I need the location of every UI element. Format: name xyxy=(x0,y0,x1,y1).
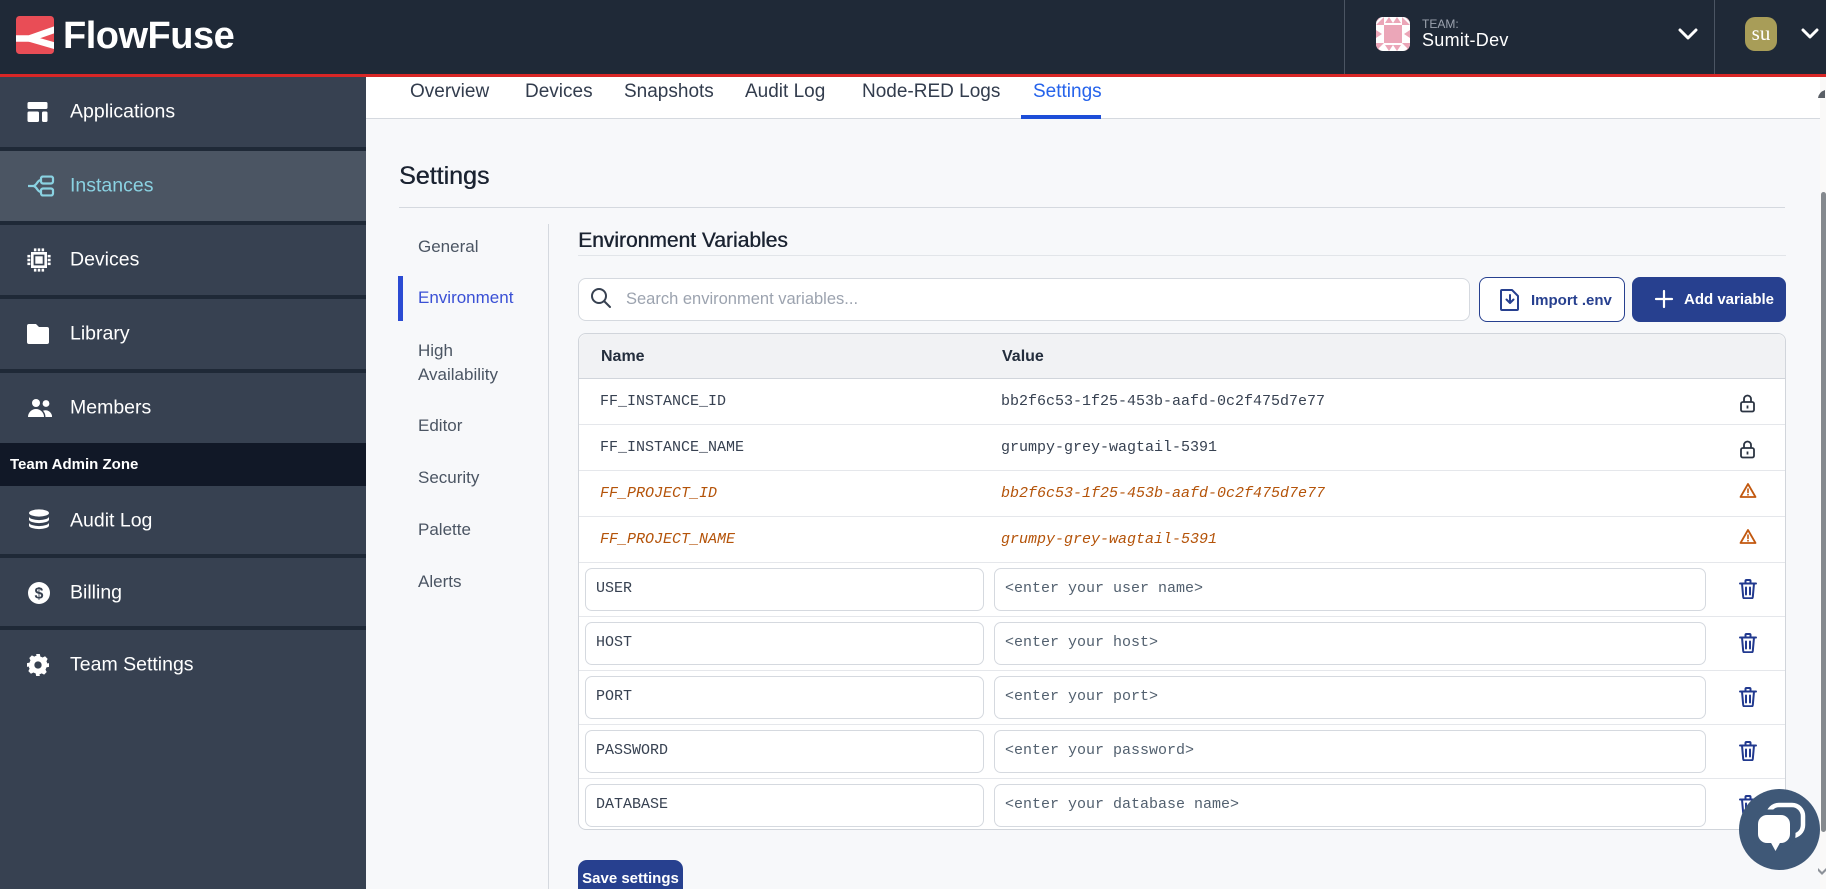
svg-text:$: $ xyxy=(35,586,44,603)
